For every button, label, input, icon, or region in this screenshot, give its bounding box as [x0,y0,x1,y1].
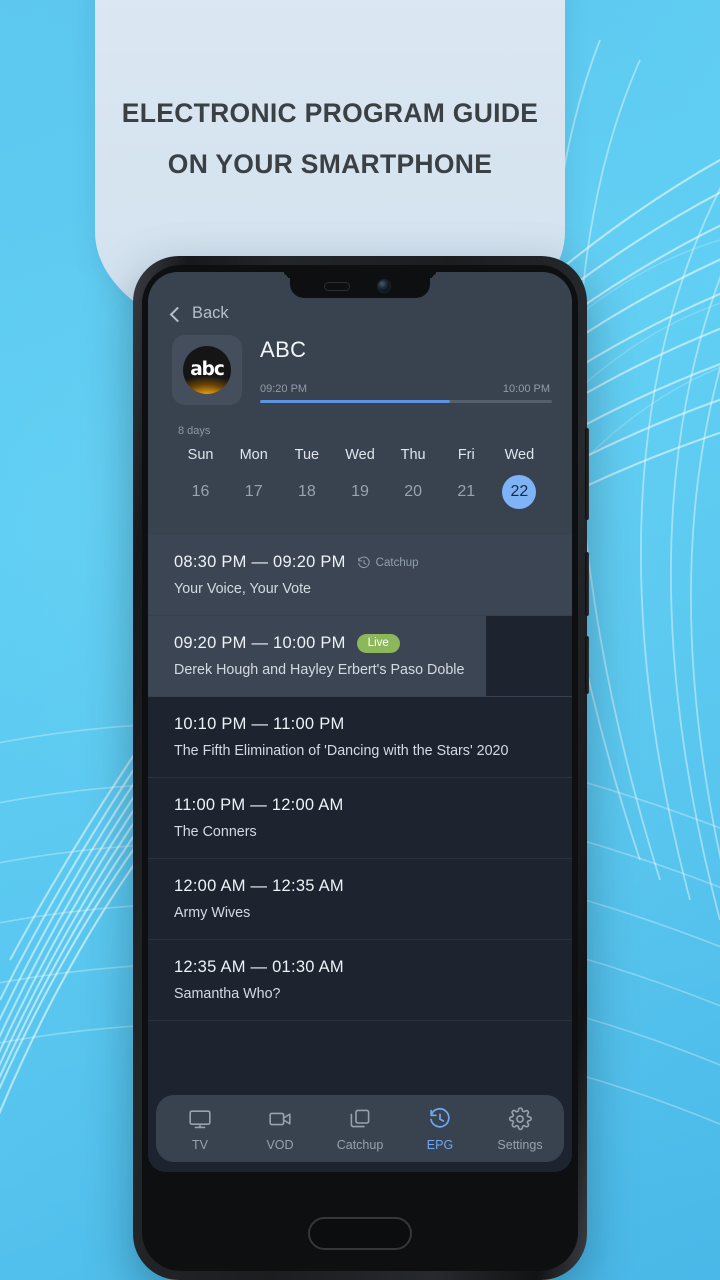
date-picker-day-name: Mon [239,447,268,463]
volume-down-button[interactable] [585,636,589,694]
live-badge: Live [356,634,400,653]
program-title: Army Wives [174,905,251,921]
date-picker-day-number: 22 [502,475,537,509]
channel-header: abc ABC 09:20 PM 10:00 PM [162,335,558,405]
headline-line-1: ELECTRONIC PROGRAM GUIDE [121,98,539,128]
program-time: 12:35 AM — 01:30 AM [174,958,344,976]
front-camera-icon [378,280,390,292]
date-picker-day[interactable]: Tue 18 [280,447,333,509]
date-picker-day-number: 20 [404,483,423,500]
program-time: 11:00 PM — 12:00 AM [174,796,344,814]
nav-item-epg[interactable]: EPG [400,1107,480,1152]
abc-channel-logo-icon: abc [183,346,231,394]
now-playing-times: 09:20 PM 10:00 PM [260,383,552,395]
nav-item-tv[interactable]: TV [160,1107,240,1152]
date-picker-day[interactable]: Sun 16 [174,447,227,509]
date-picker-day-name: Wed [345,447,375,463]
program-row[interactable]: 09:20 PM — 10:00 PM Live Derek Hough and H… [148,616,572,697]
nav-item-label: TV [192,1138,208,1152]
program-row[interactable]: 11:00 PM — 12:00 AM The Conners [148,778,572,859]
earpiece-speaker-icon [324,282,350,291]
program-row[interactable]: 12:00 AM — 12:35 AM Army Wives [148,859,572,940]
date-picker-day-number: 21 [457,483,476,500]
nav-item-vod[interactable]: VOD [240,1107,320,1152]
program-title: Your Voice, Your Vote [174,581,311,597]
nav-item-label: VOD [266,1138,294,1152]
date-picker-day-number: 19 [351,483,369,500]
epg-app: Back abc ABC 09:20 PM 10:00 PM 8 days Su… [148,272,572,1172]
chevron-left-icon [169,306,186,322]
date-picker-day-name: Fri [457,447,475,463]
date-picker-day-name: Thu [400,447,426,463]
gear-icon [508,1107,532,1131]
promo-stage: ELECTRONIC PROGRAM GUIDE ON YOUR SMARTPH… [0,0,720,1280]
headline-line-2: ON YOUR SMARTPHONE [167,148,493,179]
date-picker: 8 days Sun 16 Mon 17 Tue 18 Wed 19 Thu 20 Fri 21 Wed… [162,405,558,521]
date-picker-day[interactable]: Mon 17 [227,447,280,509]
stacked-squares-icon [348,1107,372,1131]
nav-item-label: Settings [497,1138,543,1152]
date-picker-day-name: Sun [187,447,214,463]
catchup-tag-label: Catchup [375,556,419,569]
program-row-header: 08:30 PM — 09:20 PM Catchup [174,553,556,572]
power-button[interactable] [585,552,589,616]
nav-item-catchup[interactable]: Catchup [320,1107,400,1152]
clock-rewind-icon [428,1107,452,1131]
phone-screen: Back abc ABC 09:20 PM 10:00 PM 8 days Su… [148,272,572,1172]
nav-item-settings[interactable]: Settings [480,1107,560,1152]
program-row[interactable]: 12:35 AM — 01:30 AM Samantha Who? [148,940,572,1021]
now-playing-progress-fill [260,399,450,404]
nav-item-label: EPG [426,1138,454,1152]
now-playing-start-time: 09:20 PM [260,382,308,395]
channel-name: ABC [260,336,307,362]
program-title: Samantha Who? [174,986,281,1002]
volume-up-button[interactable] [585,428,589,520]
program-list: 08:30 PM — 09:20 PM Catchup Your Voice, Yo… [148,535,572,1095]
program-time: 09:20 PM — 10:00 PM [174,634,346,652]
channel-meta: ABC 09:20 PM 10:00 PM [260,336,552,404]
program-title: The Conners [174,824,257,840]
program-row-header: 12:00 AM — 12:35 AM [174,877,556,896]
now-playing-progress-bar[interactable] [260,399,552,404]
date-picker-day-number: 17 [244,483,263,500]
program-time: 10:10 PM — 11:00 PM [174,715,345,733]
program-list-filler [148,1021,572,1095]
date-picker-day[interactable]: Wed 19 [333,447,386,509]
now-playing-end-time: 10:00 PM [502,382,550,395]
date-picker-day-name: Wed [504,447,535,463]
nav-item-label: Catchup [336,1138,384,1152]
app-header: Back abc ABC 09:20 PM 10:00 PM 8 days Su… [148,272,572,535]
date-picker-day-number: 16 [191,483,210,500]
video-camera-icon [268,1107,292,1131]
program-row[interactable]: 10:10 PM — 11:00 PM The Fifth Elimination… [148,697,572,778]
phone-notch [290,272,430,298]
program-row-header: 12:35 AM — 01:30 AM [174,958,556,977]
channel-logo[interactable]: abc [172,335,242,405]
catchup-tag[interactable]: Catchup [357,556,419,570]
back-button-label: Back [192,304,229,322]
program-row-header: 10:10 PM — 11:00 PM [174,715,556,734]
channel-logo-text: abc [190,358,225,380]
date-picker-day-name: Tue [294,447,320,463]
date-picker-day[interactable]: Wed 22 [493,447,546,509]
date-picker-day[interactable]: Fri 21 [440,447,493,509]
phone-mockup: Back abc ABC 09:20 PM 10:00 PM 8 days Su… [133,256,589,1280]
date-range-label: 8 days [178,425,211,437]
bottom-navigation: TV VOD Catchup EPG Settings [156,1095,564,1162]
page-title: ELECTRONIC PROGRAM GUIDE ON YOUR SMARTPH… [95,88,565,190]
date-picker-day[interactable]: Thu 20 [387,447,440,509]
program-row-header: 11:00 PM — 12:00 AM [174,796,556,815]
program-time: 08:30 PM — 09:20 PM [174,553,346,571]
program-title: The Fifth Elimination of 'Dancing with t… [174,743,509,759]
date-picker-day-number: 18 [297,483,316,500]
program-row[interactable]: 08:30 PM — 09:20 PM Catchup Your Voice, Yo… [148,535,572,616]
home-button[interactable] [308,1217,412,1250]
back-button[interactable]: Back [162,298,558,335]
tv-monitor-icon [188,1107,212,1131]
date-picker-days: Sun 16 Mon 17 Tue 18 Wed 19 Thu 20 Fri 21 Wed 22 [166,447,554,509]
program-time: 12:00 AM — 12:35 AM [174,877,344,895]
program-thumbnail [486,616,572,696]
